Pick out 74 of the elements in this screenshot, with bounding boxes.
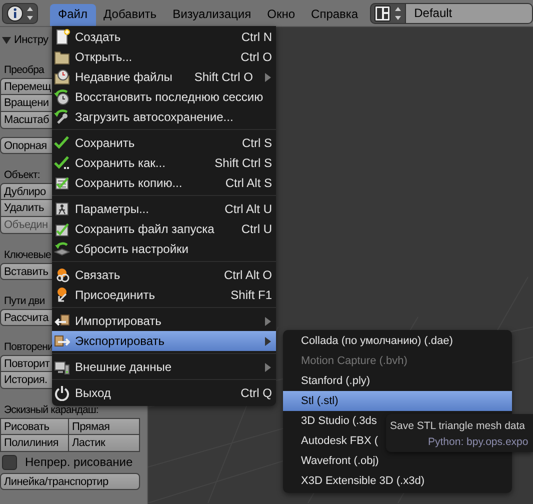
shortcut-text: Shift Ctrl O xyxy=(194,70,253,84)
folder-clock-icon xyxy=(54,69,70,85)
menu-item[interactable]: Экспортировать xyxy=(52,331,276,351)
checkmark-dots-icon xyxy=(54,155,70,171)
editor-type-button[interactable] xyxy=(2,2,38,24)
menu-item[interactable]: Присоединить Shift F1 xyxy=(52,285,276,305)
wrench-arrow-icon xyxy=(54,109,70,125)
checkbox-label: Непрер. рисование xyxy=(25,455,133,469)
shortcut-text: Ctrl N xyxy=(241,30,272,44)
menu-item[interactable]: Сохранить Ctrl S xyxy=(52,133,276,153)
tooltip-description: Save STL triangle mesh data xyxy=(390,419,526,434)
menu-item[interactable]: Параметры... Ctrl Alt U xyxy=(52,199,276,219)
power-icon xyxy=(54,385,70,401)
stack-arrow-icon xyxy=(54,241,70,257)
checklist-icon xyxy=(54,175,70,191)
menu-item[interactable]: Внешние данные xyxy=(52,357,276,377)
menu-item[interactable]: Wavefront (.obj) xyxy=(283,451,512,471)
document-plus-icon xyxy=(54,29,70,45)
section-label: Объект: xyxy=(4,168,40,183)
menu-tab[interactable]: Визуализация xyxy=(164,4,260,26)
shortcut-text: Ctrl Q xyxy=(240,386,272,400)
menu-item[interactable]: Импортировать xyxy=(52,311,276,331)
tool-button[interactable]: Рисовать xyxy=(0,418,69,435)
menu-tab[interactable]: Добавить xyxy=(96,4,165,26)
menu-item[interactable]: Выход Ctrl Q xyxy=(52,383,276,403)
tool-button[interactable]: Ластик xyxy=(69,435,140,452)
section-label: Пути дви xyxy=(4,294,45,309)
menu-item[interactable]: Stanford (.ply) xyxy=(283,371,512,391)
shortcut-text: Ctrl O xyxy=(240,50,272,64)
menu-tab[interactable]: Файл xyxy=(50,4,96,26)
shortcut-text: Ctrl Alt U xyxy=(224,202,272,216)
menu-item[interactable]: X3D Extensible 3D (.x3d) xyxy=(283,471,512,491)
menu-item[interactable]: Недавние файлы Shift Ctrl O xyxy=(52,67,276,87)
shortcut-text: Ctrl U xyxy=(241,222,272,236)
export-arrow-icon xyxy=(54,333,70,349)
computer-icon xyxy=(54,359,70,375)
screen-layout-icon xyxy=(374,4,402,22)
tool-button[interactable]: Полилиния xyxy=(0,435,69,452)
menu-item[interactable]: Сохранить копию... Ctrl Alt S xyxy=(52,173,276,193)
menu-item[interactable]: Восстановить последнюю сессию xyxy=(52,87,276,107)
checkmark-icon xyxy=(54,135,70,151)
shortcut-text: Shift F1 xyxy=(230,288,272,302)
menu-item[interactable]: Collada (по умолчанию) (.dae) xyxy=(283,331,512,351)
clock-arrow-icon xyxy=(54,89,70,105)
menu-item[interactable]: Stl (.stl) xyxy=(283,391,512,411)
shortcut-text: Shift Ctrl S xyxy=(214,156,272,170)
menu-tab[interactable]: Окно xyxy=(259,4,304,26)
section-label: Преобра xyxy=(4,63,44,78)
folder-icon xyxy=(54,49,70,65)
menu-item[interactable]: Связать Ctrl Alt O xyxy=(52,265,276,285)
menu-item[interactable]: Создать Ctrl N xyxy=(52,27,276,47)
tool-button[interactable]: Линейка/транспортир xyxy=(0,473,140,490)
panel-title: Инстру xyxy=(14,34,48,46)
link-icon xyxy=(54,267,70,283)
tool-button[interactable]: Прямая xyxy=(69,418,140,435)
menu-item[interactable]: Загрузить автосохранение... xyxy=(52,107,276,127)
shortcut-text: Ctrl Alt S xyxy=(225,176,272,190)
layout-name-field[interactable]: Default xyxy=(406,2,533,24)
panel-figure-icon xyxy=(54,201,70,217)
menu-tab[interactable]: Справка xyxy=(303,4,366,26)
section-label: Повторени xyxy=(4,340,54,355)
shortcut-text: Ctrl Alt O xyxy=(224,268,272,282)
menu-item[interactable]: Сохранить как... Shift Ctrl S xyxy=(52,153,276,173)
tooltip-python-path: Python: bpy.ops.expo xyxy=(428,435,528,450)
layout-selector-button[interactable] xyxy=(370,2,406,24)
menu-item[interactable]: Сохранить файл запуска Ctrl U xyxy=(52,219,276,239)
menu-item[interactable]: Сбросить настройки xyxy=(52,239,276,259)
shortcut-text: Ctrl S xyxy=(242,136,272,150)
section-label: Ключевые xyxy=(4,248,51,263)
section-label: Эскизный карандаш: xyxy=(4,403,98,418)
menu-item[interactable]: Открыть... Ctrl O xyxy=(52,47,276,67)
panel-check-icon xyxy=(54,221,70,237)
info-icon xyxy=(6,4,34,22)
checkbox[interactable] xyxy=(2,454,17,470)
